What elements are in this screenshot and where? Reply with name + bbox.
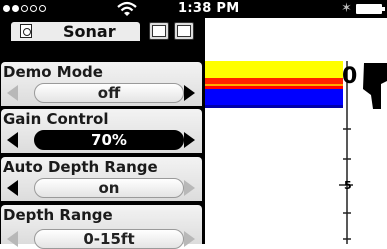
demo-mode-value[interactable]: off <box>34 83 184 103</box>
setting-label: Auto Depth Range <box>3 158 158 176</box>
settings-icon <box>152 25 166 37</box>
setting-gain-control: Gain Control 70% <box>1 109 202 153</box>
setting-demo-mode: Demo Mode off <box>1 62 202 106</box>
transducer-icon <box>363 63 387 109</box>
left-arrow-icon[interactable] <box>4 178 20 198</box>
depth-reading: 0 <box>342 64 357 89</box>
signal-dot <box>30 5 37 12</box>
tab-sonar[interactable]: Sonar <box>11 22 140 41</box>
setting-depth-range: Depth Range 0-15ft <box>1 205 202 249</box>
battery-tip <box>382 7 385 11</box>
display-icon <box>177 25 191 37</box>
depth-scale-label: 5 <box>344 179 352 192</box>
signal-dot <box>12 5 19 12</box>
right-arrow-icon[interactable] <box>182 83 198 103</box>
yellow-return-band <box>205 61 343 78</box>
setting-auto-depth-range: Auto Depth Range on <box>1 157 202 201</box>
left-arrow-icon[interactable] <box>4 229 20 249</box>
wifi-icon <box>117 1 137 16</box>
blue-return-band <box>205 89 343 106</box>
blue-fringe <box>205 105 343 108</box>
battery-icon <box>356 4 382 14</box>
signal-dot <box>21 5 28 12</box>
depth-range-value[interactable]: 0-15ft <box>34 229 184 249</box>
status-bar: 1:38 PM ✶ <box>0 0 387 18</box>
display-toggle-button[interactable] <box>174 22 194 40</box>
setting-label: Gain Control <box>3 110 109 128</box>
settings-toggle-button[interactable] <box>149 22 169 40</box>
left-arrow-icon[interactable] <box>4 130 20 150</box>
signal-dot <box>39 5 46 12</box>
sonar-display: 0 5 <box>205 41 387 244</box>
orange-edge <box>205 84 343 86</box>
tab-label: Sonar <box>63 22 116 41</box>
bluetooth-icon: ✶ <box>341 1 352 16</box>
left-arrow-icon[interactable] <box>4 83 20 103</box>
signal-dot <box>3 5 10 12</box>
right-arrow-icon[interactable] <box>182 229 198 249</box>
right-arrow-icon[interactable] <box>182 178 198 198</box>
signal-strength-icon <box>3 5 46 12</box>
setting-label: Demo Mode <box>3 63 103 81</box>
clock: 1:38 PM <box>178 1 240 16</box>
right-arrow-icon[interactable] <box>182 130 198 150</box>
sonar-tab-icon <box>20 24 32 38</box>
setting-label: Depth Range <box>3 206 113 224</box>
red-edge <box>205 86 343 89</box>
red-return-band <box>205 78 343 84</box>
gain-control-value[interactable]: 70% <box>34 130 184 150</box>
auto-depth-range-value[interactable]: on <box>34 178 184 198</box>
